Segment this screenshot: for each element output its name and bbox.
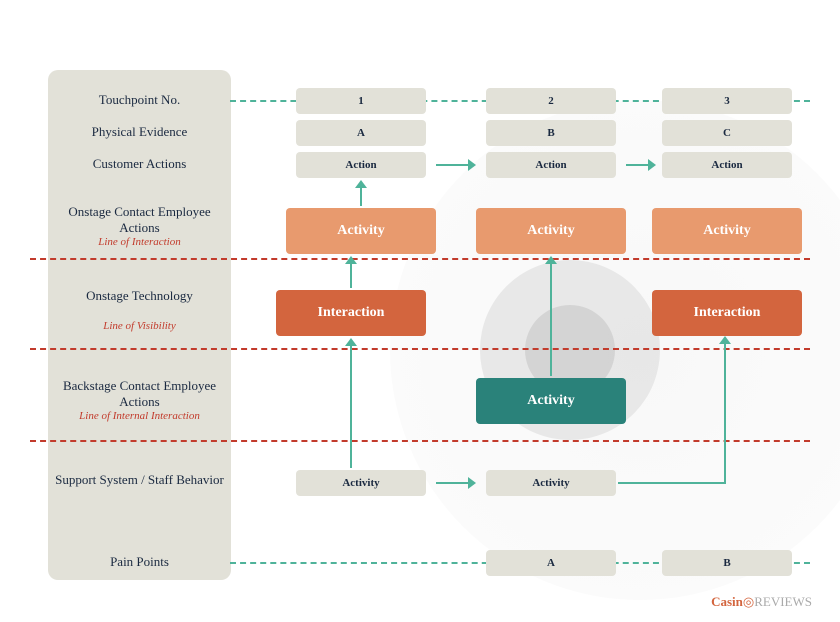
sublabel-interaction: Line of Interaction — [48, 236, 231, 248]
logo-brand: Casin — [711, 594, 743, 609]
evidence-3: C — [662, 120, 792, 146]
touchpoint-1: 1 — [296, 88, 426, 114]
label-onstage-emp: Onstage Contact Employee Actions — [48, 204, 231, 236]
arrow-up-icon — [355, 180, 367, 206]
evidence-1: A — [296, 120, 426, 146]
sublabel-internal: Line of Internal Interaction — [48, 410, 231, 422]
interaction-3: Interaction — [652, 290, 802, 336]
pain-point-b: B — [662, 550, 792, 576]
line-of-internal — [30, 440, 810, 442]
arrow-segment — [724, 344, 726, 484]
evidence-2: B — [486, 120, 616, 146]
customer-action-3: Action — [662, 152, 792, 178]
pain-point-a: A — [486, 550, 616, 576]
arrow-right-icon — [436, 159, 476, 171]
interaction-1: Interaction — [276, 290, 426, 336]
arrow-up-icon — [345, 338, 357, 468]
backstage-activity: Activity — [476, 378, 626, 424]
target-icon: ◎ — [743, 594, 754, 609]
arrow-right-icon — [436, 477, 476, 489]
support-activity-1: Activity — [296, 470, 426, 496]
onstage-activity-2: Activity — [476, 208, 626, 254]
arrow-up-icon — [345, 256, 357, 288]
arrow-segment — [618, 482, 726, 484]
label-support: Support System / Staff Behavior — [48, 472, 231, 488]
logo-brand2: REVIEWS — [754, 594, 812, 609]
customer-action-2: Action — [486, 152, 616, 178]
label-customer: Customer Actions — [48, 156, 231, 172]
onstage-activity-1: Activity — [286, 208, 436, 254]
touchpoint-2: 2 — [486, 88, 616, 114]
label-onstage-tech: Onstage Technology — [48, 288, 231, 304]
customer-action-1: Action — [296, 152, 426, 178]
line-of-visibility — [30, 348, 810, 350]
label-backstage: Backstage Contact Employee Actions — [48, 378, 231, 410]
support-activity-2: Activity — [486, 470, 616, 496]
arrow-up-icon — [545, 256, 557, 376]
label-touchpoint: Touchpoint No. — [48, 92, 231, 108]
label-evidence: Physical Evidence — [48, 124, 231, 140]
sublabel-visibility: Line of Visibility — [48, 320, 231, 332]
arrow-up-icon — [719, 336, 731, 348]
logo: Casin◎REVIEWS — [711, 594, 812, 610]
line-of-interaction — [30, 258, 810, 260]
label-pain: Pain Points — [48, 554, 231, 570]
onstage-activity-3: Activity — [652, 208, 802, 254]
arrow-right-icon — [626, 159, 656, 171]
touchpoint-3: 3 — [662, 88, 792, 114]
